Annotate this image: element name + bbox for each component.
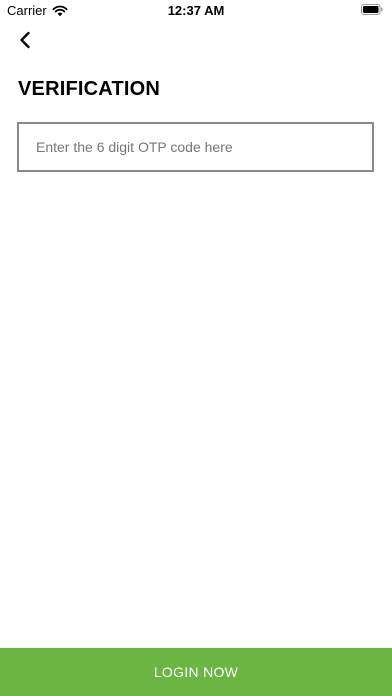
back-button[interactable] xyxy=(14,28,38,52)
login-now-button[interactable]: LOGIN NOW xyxy=(0,648,392,696)
page-title: VERIFICATION xyxy=(18,78,161,100)
status-time: 12:37 AM xyxy=(167,3,225,18)
otp-input[interactable] xyxy=(17,122,374,172)
status-bar: Carrier 12:37 AM xyxy=(0,0,392,22)
chevron-left-icon xyxy=(20,31,30,49)
battery-icon xyxy=(361,4,383,15)
